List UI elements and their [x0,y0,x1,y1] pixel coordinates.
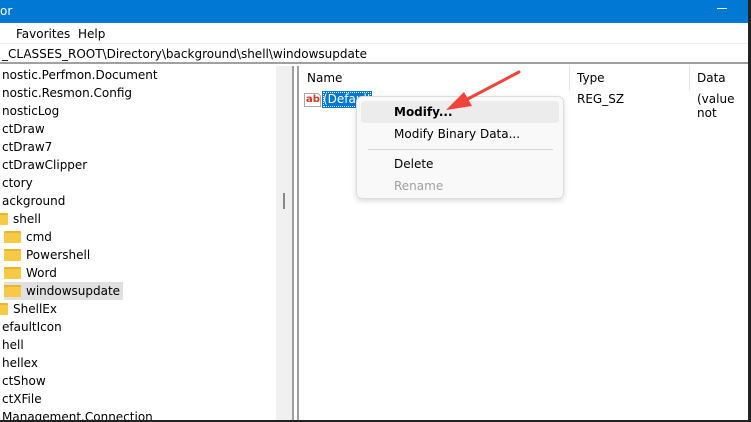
annotation-arrow [446,70,521,110]
